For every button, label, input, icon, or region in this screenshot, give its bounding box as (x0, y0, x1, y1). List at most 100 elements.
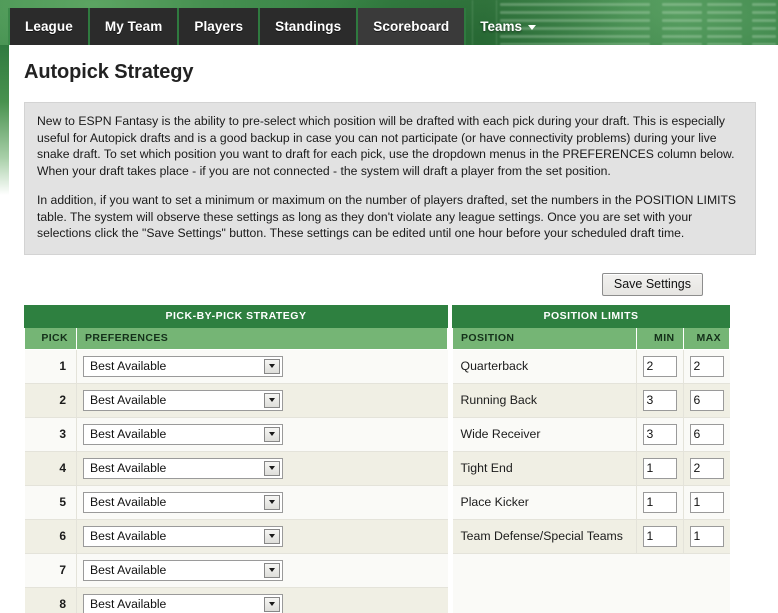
position-name: Tight End (452, 451, 637, 486)
pick-number: 8 (24, 587, 77, 613)
min-cell (636, 451, 684, 486)
max-input[interactable] (689, 525, 724, 547)
table-row-filler (452, 587, 730, 613)
pick-number: 3 (24, 417, 77, 452)
preference-select-value: Best Available (90, 563, 167, 577)
nav-tab-league[interactable]: League (8, 8, 90, 45)
nav-tab-scoreboard[interactable]: Scoreboard (358, 8, 467, 45)
save-settings-button[interactable]: Save Settings (601, 272, 703, 296)
chevron-down-icon[interactable] (264, 494, 280, 510)
preference-select[interactable]: Best Available (83, 491, 283, 513)
table-row: 4 Best Available (24, 451, 448, 486)
preference-select[interactable]: Best Available (83, 525, 283, 547)
position-name: Place Kicker (452, 485, 637, 520)
limits-group-header: POSITION LIMITS (452, 304, 730, 328)
pick-by-pick-strategy-table: PICK-BY-PICK STRATEGY PICK PREFERENCES 1… (24, 304, 448, 613)
table-row: Team Defense/Special Teams (452, 519, 730, 554)
column-header-min: MIN (635, 327, 684, 350)
nav-tab-players[interactable]: Players (179, 8, 261, 45)
preference-cell: Best Available (76, 519, 448, 554)
column-header-max: MAX (682, 327, 730, 350)
max-input[interactable] (689, 355, 724, 377)
chevron-down-icon[interactable] (264, 596, 280, 612)
preference-select[interactable]: Best Available (83, 423, 283, 445)
min-cell (636, 485, 684, 520)
min-input[interactable] (642, 525, 677, 547)
limits-table-body: QuarterbackRunning BackWide ReceiverTigh… (452, 349, 730, 613)
table-row-filler (452, 553, 730, 587)
min-input[interactable] (642, 423, 677, 445)
pick-number: 6 (24, 519, 77, 554)
position-name: Team Defense/Special Teams (452, 519, 637, 554)
max-input[interactable] (689, 389, 724, 411)
max-cell (683, 417, 730, 452)
nav-tab-standings[interactable]: Standings (260, 8, 359, 45)
tables-container: PICK-BY-PICK STRATEGY PICK PREFERENCES 1… (24, 304, 756, 613)
table-row: Wide Receiver (452, 417, 730, 452)
page-title: Autopick Strategy (24, 61, 194, 83)
table-row: Running Back (452, 383, 730, 418)
max-input[interactable] (689, 457, 724, 479)
pick-number: 5 (24, 485, 77, 520)
preference-select-value: Best Available (90, 495, 167, 509)
preference-select[interactable]: Best Available (83, 559, 283, 581)
position-name: Quarterback (452, 349, 637, 384)
chevron-down-icon[interactable] (264, 562, 280, 578)
preference-select[interactable]: Best Available (83, 389, 283, 411)
min-input[interactable] (642, 491, 677, 513)
nav-menu-teams-label: Teams (480, 19, 523, 34)
max-cell (683, 349, 730, 384)
preference-cell: Best Available (76, 485, 448, 520)
pick-number: 1 (24, 349, 77, 384)
chevron-down-icon[interactable] (264, 426, 280, 442)
min-input[interactable] (642, 389, 677, 411)
max-input[interactable] (689, 423, 724, 445)
max-cell (683, 383, 730, 418)
preference-cell: Best Available (76, 587, 448, 613)
nav-tab-list: League My Team Players Standings Scoreboard T… (8, 8, 548, 45)
page-root: League My Team Players Standings Scoreboard T… (0, 0, 778, 613)
column-header-pick: PICK (24, 327, 77, 350)
min-cell (636, 417, 684, 452)
table-row: 3 Best Available (24, 417, 448, 452)
filler-cell (452, 553, 730, 587)
chevron-down-icon[interactable] (264, 392, 280, 408)
table-row: 1 Best Available (24, 349, 448, 384)
min-input[interactable] (642, 457, 677, 479)
table-row: Tight End (452, 451, 730, 486)
info-panel: New to ESPN Fantasy is the ability to pr… (24, 102, 756, 255)
preference-cell: Best Available (76, 451, 448, 486)
chevron-down-icon[interactable] (264, 358, 280, 374)
table-row: Place Kicker (452, 485, 730, 520)
preference-select-value: Best Available (90, 393, 167, 407)
filler-cell (452, 587, 730, 613)
preference-select[interactable]: Best Available (83, 457, 283, 479)
chevron-down-icon (528, 25, 537, 30)
pick-number: 2 (24, 383, 77, 418)
preference-cell: Best Available (76, 417, 448, 452)
table-row: 7 Best Available (24, 553, 448, 588)
table-row: Quarterback (452, 349, 730, 384)
max-cell (683, 519, 730, 554)
preference-cell: Best Available (76, 553, 448, 588)
min-cell (636, 383, 684, 418)
pick-number: 4 (24, 451, 77, 486)
min-input[interactable] (642, 355, 677, 377)
position-limits-table: POSITION LIMITS POSITION MIN MAX Quarter… (452, 304, 730, 613)
chevron-down-icon[interactable] (264, 528, 280, 544)
max-input[interactable] (689, 491, 724, 513)
chevron-down-icon[interactable] (264, 460, 280, 476)
nav-tab-my-team[interactable]: My Team (89, 8, 180, 45)
nav-menu-teams[interactable]: Teams (466, 8, 548, 45)
preference-select[interactable]: Best Available (83, 593, 283, 613)
column-header-position: POSITION (452, 327, 637, 350)
preference-select-value: Best Available (90, 461, 167, 475)
preference-cell: Best Available (76, 383, 448, 418)
preference-cell: Best Available (76, 349, 448, 384)
table-row: 8 Best Available (24, 587, 448, 613)
info-paragraph-2: In addition, if you want to set a minimu… (37, 193, 737, 240)
min-cell (636, 519, 684, 554)
preference-select-value: Best Available (90, 359, 167, 373)
preference-select[interactable]: Best Available (83, 355, 283, 377)
pick-number: 7 (24, 553, 77, 588)
